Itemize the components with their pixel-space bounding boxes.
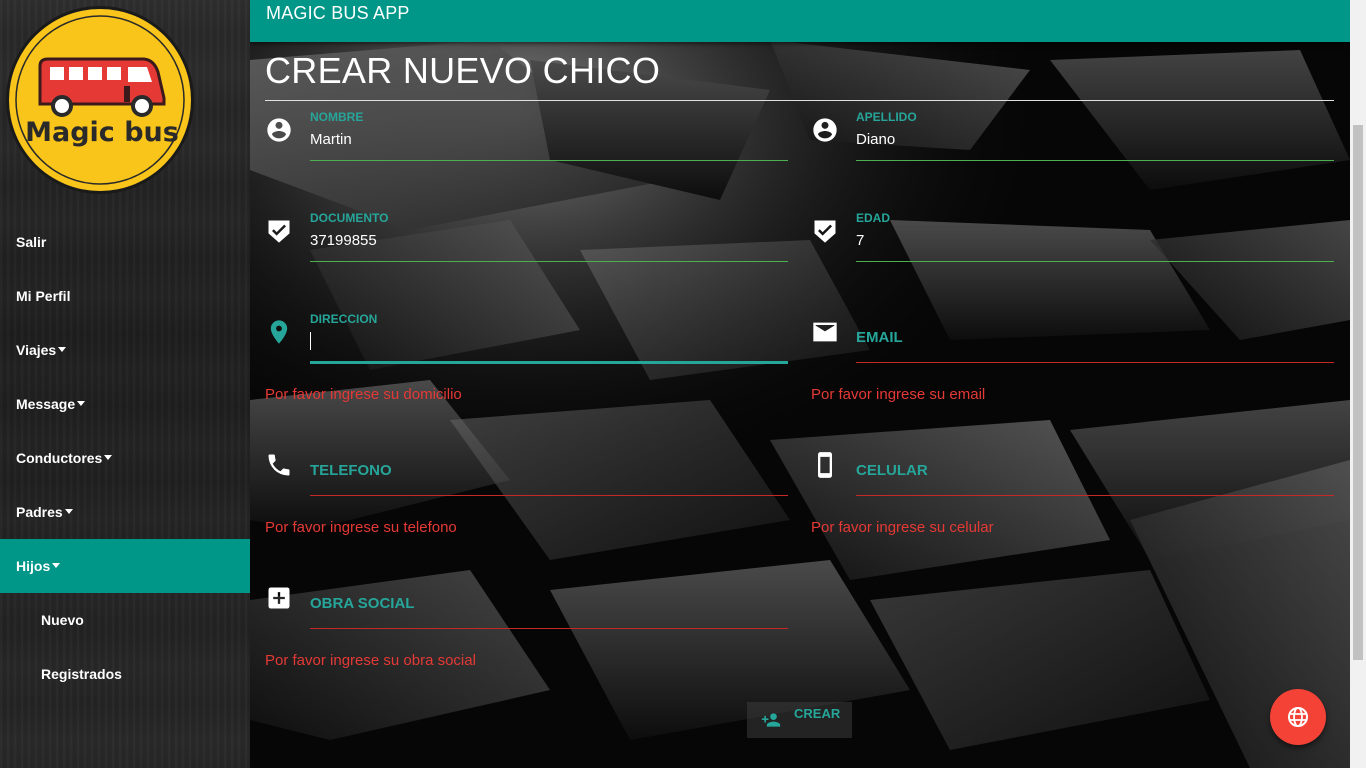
crear-button[interactable]: CREAR — [747, 702, 852, 738]
direccion-field[interactable]: DIRECCION — [265, 312, 788, 372]
sidebar: Magic bus Salir Mi Perfil Viajes Message… — [0, 0, 250, 768]
telefono-underline — [310, 495, 788, 496]
sidebar-item-padres[interactable]: Padres — [0, 485, 250, 539]
caret-down-icon — [52, 562, 61, 568]
direccion-underline — [310, 361, 788, 364]
obra-social-label: OBRA SOCIAL — [310, 595, 415, 612]
documento-value[interactable]: 37199855 — [310, 232, 377, 249]
obra-social-underline — [310, 628, 788, 629]
email-label: EMAIL — [856, 329, 903, 346]
mail-icon — [813, 322, 837, 342]
sidebar-item-label: Message — [16, 396, 76, 412]
email-error: Por favor ingrese su email — [811, 386, 986, 403]
caret-down-icon — [104, 454, 113, 460]
magic-bus-logo[interactable]: Magic bus — [4, 4, 196, 196]
celular-label: CELULAR — [856, 462, 928, 479]
svg-text:Magic bus: Magic bus — [25, 117, 179, 148]
sidebar-item-label: Mi Perfil — [16, 288, 71, 304]
celular-field[interactable]: CELULAR — [811, 445, 1334, 505]
sidebar-item-label: Conductores — [16, 450, 103, 466]
apellido-underline — [856, 160, 1334, 161]
nombre-label: NOMBRE — [310, 110, 364, 124]
edad-underline — [856, 261, 1334, 262]
caret-down-icon — [58, 346, 67, 352]
apellido-value[interactable]: Diano — [856, 131, 895, 148]
sidebar-item-label: Registrados — [41, 666, 122, 682]
smartphone-icon — [818, 452, 832, 478]
email-field[interactable]: EMAIL — [811, 312, 1334, 372]
email-underline — [856, 362, 1334, 363]
telefono-error: Por favor ingrese su telefono — [265, 519, 457, 536]
caret-down-icon — [64, 508, 73, 514]
phone-icon — [268, 454, 290, 476]
documento-underline — [310, 261, 788, 262]
app-header: MAGIC BUS APP — [250, 0, 1350, 42]
scrollbar-thumb[interactable] — [1353, 125, 1363, 660]
telefono-label: TELEFONO — [310, 462, 392, 479]
sidebar-item-salir[interactable]: Salir — [0, 215, 250, 269]
sidebar-item-conductores[interactable]: Conductores — [0, 431, 250, 485]
sidebar-subitem-registrados[interactable]: Registrados — [0, 647, 250, 701]
account-circle-icon — [813, 118, 837, 142]
apellido-label: APELLIDO — [856, 110, 917, 124]
medical-plus-icon — [268, 587, 290, 609]
documento-field[interactable]: DOCUMENTO 37199855 — [265, 211, 788, 271]
sidebar-item-label: Viajes — [16, 342, 57, 358]
location-pin-icon — [270, 320, 288, 344]
sidebar-item-label: Salir — [16, 234, 47, 250]
celular-underline — [856, 495, 1334, 496]
nombre-underline — [310, 160, 788, 161]
caret-down-icon — [77, 400, 86, 406]
add-person-icon — [761, 713, 781, 727]
documento-label: DOCUMENTO — [310, 211, 389, 225]
sidebar-item-hijos[interactable]: Hijos — [0, 539, 250, 593]
sidebar-item-label: Hijos — [16, 558, 51, 574]
edad-label: EDAD — [856, 211, 891, 225]
account-circle-icon — [267, 118, 291, 142]
sidebar-item-mi-perfil[interactable]: Mi Perfil — [0, 269, 250, 323]
globe-icon — [1288, 707, 1308, 727]
obra-social-error: Por favor ingrese su obra social — [265, 652, 476, 669]
language-fab-button[interactable] — [1270, 689, 1326, 745]
main-content: MAGIC BUS APP CREAR NUEVO CHICO NOMBRE M… — [250, 0, 1350, 768]
text-cursor — [310, 332, 311, 350]
crear-button-label: CREAR — [794, 705, 841, 721]
telefono-field[interactable]: TELEFONO — [265, 445, 788, 505]
direccion-label: DIRECCION — [310, 312, 378, 326]
nombre-value[interactable]: Martin — [310, 131, 352, 148]
page-title: CREAR NUEVO CHICO — [265, 50, 661, 91]
verified-badge-icon — [814, 220, 836, 243]
sidebar-item-label: Padres — [16, 504, 63, 520]
obra-social-field[interactable]: OBRA SOCIAL — [265, 578, 788, 638]
celular-error: Por favor ingrese su celular — [811, 519, 994, 536]
sidebar-item-message[interactable]: Message — [0, 377, 250, 431]
apellido-field[interactable]: APELLIDO Diano — [811, 110, 1334, 170]
nombre-field[interactable]: NOMBRE Martin — [265, 110, 788, 170]
sidebar-item-label: Nuevo — [41, 612, 84, 628]
direccion-error: Por favor ingrese su domicilio — [265, 386, 462, 403]
title-divider — [265, 100, 1334, 101]
edad-value[interactable]: 7 — [856, 232, 864, 249]
sidebar-subitem-nuevo[interactable]: Nuevo — [0, 593, 250, 647]
verified-badge-icon — [268, 220, 290, 243]
app-title: MAGIC BUS APP — [266, 3, 410, 23]
page-scrollbar[interactable] — [1350, 0, 1366, 768]
edad-field[interactable]: EDAD 7 — [811, 211, 1334, 271]
sidebar-item-viajes[interactable]: Viajes — [0, 323, 250, 377]
